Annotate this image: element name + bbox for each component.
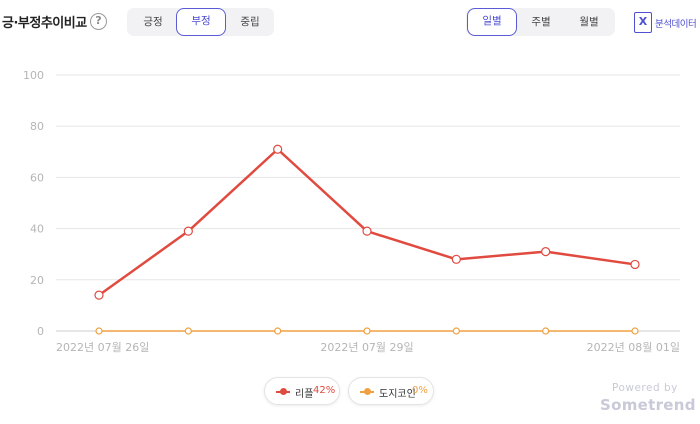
y-tick-label-100: 100	[23, 69, 44, 82]
tab-monthly[interactable]: 월별	[565, 8, 613, 36]
series-0-point-3	[362, 226, 372, 236]
legend-item-ripple[interactable]: 리플 42%	[264, 377, 340, 405]
header: 긍·부정추이비교 ? 긍정 부정 중립 일별 주별 월별 X 분석데이터	[0, 0, 700, 44]
tab-weekly[interactable]: 주별	[517, 8, 565, 36]
series-0-point-0	[94, 290, 104, 300]
y-tick-label-60: 60	[30, 171, 44, 184]
series-1-point-4	[452, 327, 460, 335]
series-0-point-4	[451, 254, 461, 264]
sentiment-toggle: 긍정 부정 중립	[127, 8, 274, 36]
y-tick-label-0: 0	[37, 325, 44, 338]
legend-value-ripple: 42%	[313, 385, 336, 396]
period-toggle: 일별 주별 월별	[466, 8, 615, 36]
tab-daily[interactable]: 일별	[467, 8, 517, 36]
line-chart: 100 80 60 40 20 0 2022년 07월 26일 2022년 07월 29일 20…	[23, 69, 680, 354]
tab-positive[interactable]: 긍정	[129, 8, 177, 36]
y-tick-label-20: 20	[30, 274, 44, 287]
legend-swatch-ripple	[276, 388, 290, 395]
legend-value-dogecoin: 0%	[412, 385, 428, 396]
y-tick-label-80: 80	[30, 120, 44, 133]
help-icon[interactable]: ?	[90, 13, 107, 30]
legend-item-dogecoin[interactable]: 도지코인 0%	[348, 377, 434, 405]
series-0-point-5	[541, 247, 551, 257]
series-1-point-0	[95, 327, 103, 335]
legend-name-dogecoin: 도지코인	[379, 389, 416, 400]
page-title: 긍·부정추이비교	[2, 16, 87, 31]
tab-neutral[interactable]: 중립	[226, 8, 274, 36]
series-1-point-1	[184, 327, 192, 335]
series-1-point-5	[542, 327, 550, 335]
legend-name-ripple: 리플	[295, 389, 314, 400]
x-tick-label-1: 2022년 07월 29일	[320, 340, 413, 354]
series-1-point-6	[631, 327, 639, 335]
tab-negative[interactable]: 부정	[176, 8, 226, 36]
powered-by-text: Powered by	[612, 382, 678, 394]
series-0-point-2	[273, 144, 283, 154]
legend-swatch-dogecoin	[360, 388, 374, 395]
x-tick-label-0: 2022년 07월 26일	[56, 340, 149, 354]
excel-icon: X	[634, 12, 652, 33]
series-0-point-6	[630, 259, 640, 270]
x-tick-label-2: 2022년 08월 01일	[587, 340, 680, 354]
series-1-point-3	[363, 327, 371, 335]
excel-download-label: 분석데이터	[655, 19, 697, 30]
series-0-point-1	[183, 226, 193, 236]
series-1-point-2	[274, 327, 282, 335]
series-line-0	[98, 147, 636, 297]
brand-logo: Sometrend	[600, 396, 696, 414]
y-tick-label-40: 40	[30, 223, 44, 236]
